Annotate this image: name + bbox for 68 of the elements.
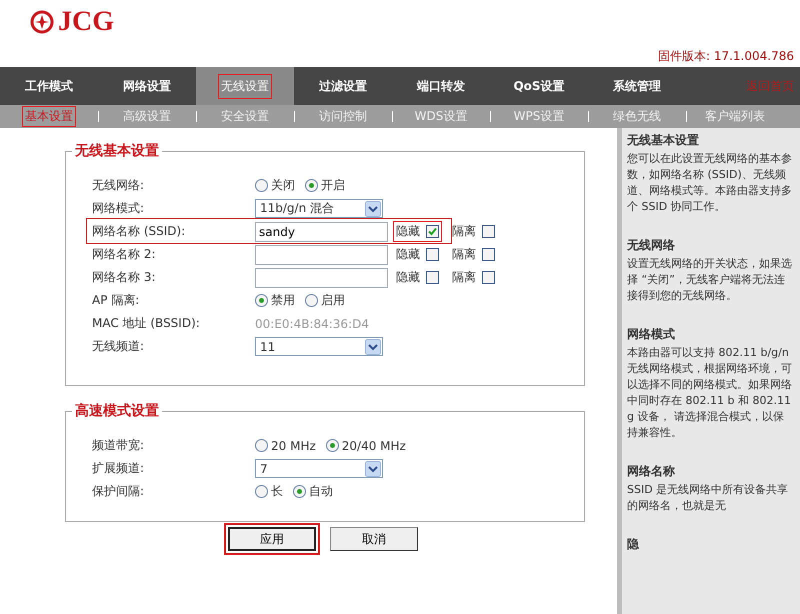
field-label: 网络名称 3: bbox=[92, 269, 156, 286]
field-label: 网络名称 (SSID): bbox=[92, 223, 186, 240]
form-button[interactable]: 取消 bbox=[330, 527, 418, 551]
help-title: 无线基本设置 bbox=[627, 132, 700, 149]
radio-option[interactable]: 20/40 MHz bbox=[326, 438, 406, 452]
dropdown[interactable]: 7 bbox=[255, 459, 383, 478]
input-field[interactable] bbox=[255, 244, 388, 264]
checkbox-option[interactable]: 隐藏 bbox=[394, 222, 441, 241]
checkbox[interactable] bbox=[482, 271, 495, 284]
form-button[interactable]: 应用 bbox=[228, 527, 316, 551]
radio-icon[interactable] bbox=[255, 485, 268, 498]
field-label: 无线网络: bbox=[92, 177, 146, 194]
help-text: 本路由器可以支持 802.11 b/g/n 无线网络模式，根据网络环境，可以选择不同的网络模式。如果网络中同时存在 802.11 b 和 802.11 g 设备， 请选择混合模式，以保持兼容性。 bbox=[627, 345, 793, 441]
nav-tab[interactable]: 过滤设置 bbox=[294, 67, 392, 105]
checkbox[interactable] bbox=[482, 248, 495, 261]
section-title: 高速模式设置 bbox=[74, 402, 160, 420]
checkbox[interactable] bbox=[482, 225, 495, 238]
nav-tab[interactable]: 端口转发 bbox=[392, 67, 490, 105]
checkbox[interactable] bbox=[426, 225, 439, 238]
radio-option[interactable]: 开启 bbox=[305, 177, 345, 194]
radio-option[interactable]: 20 MHz bbox=[255, 438, 316, 452]
field-label: AP 隔离: bbox=[92, 292, 140, 309]
radio-option[interactable]: 关闭 bbox=[255, 177, 295, 194]
field-label: MAC 地址 (BSSID): bbox=[92, 315, 201, 332]
checkbox-option[interactable]: 隐藏 bbox=[394, 268, 441, 287]
radio-icon[interactable] bbox=[305, 294, 318, 307]
field-value: 00:E0:4B:84:36:D4 bbox=[255, 316, 369, 330]
input-field[interactable] bbox=[255, 268, 388, 288]
help-title: 无线网络 bbox=[627, 237, 676, 254]
nav-tab[interactable]: 网络设置 bbox=[98, 67, 196, 105]
nav-tab[interactable]: 系统管理 bbox=[588, 67, 686, 105]
help-text: 设置无线网络的开关状态，如果选择 “关闭”，无线客户端将无法连接得到您的无线网络。 bbox=[627, 256, 793, 304]
checkbox[interactable] bbox=[426, 248, 439, 261]
input-field[interactable]: sandy bbox=[255, 222, 388, 242]
nav-tab[interactable]: QoS设置 bbox=[490, 67, 588, 105]
help-title: 网络模式 bbox=[627, 326, 676, 343]
help-title: 隐 bbox=[627, 536, 640, 553]
logo-icon bbox=[30, 10, 54, 34]
dropdown[interactable]: 11b/g/n 混合 bbox=[255, 199, 383, 218]
nav-tab[interactable]: 工作模式 bbox=[0, 67, 98, 105]
radio-option[interactable]: 自动 bbox=[293, 483, 333, 500]
help-title: 网络名称 bbox=[627, 463, 676, 480]
radio-option[interactable]: 启用 bbox=[305, 292, 345, 309]
field-label: 保护间隔: bbox=[92, 483, 146, 500]
logo-text: JCG bbox=[58, 6, 114, 38]
checkbox-option[interactable]: 隔离 bbox=[450, 245, 497, 264]
section-title: 无线基本设置 bbox=[74, 142, 160, 160]
field-label: 网络模式: bbox=[92, 200, 146, 217]
checkbox[interactable] bbox=[426, 271, 439, 284]
radio-icon[interactable] bbox=[255, 179, 268, 192]
dropdown[interactable]: 11 bbox=[255, 337, 383, 356]
field-label: 扩展频道: bbox=[92, 460, 146, 477]
radio-icon[interactable] bbox=[255, 439, 268, 452]
radio-icon[interactable] bbox=[293, 485, 306, 498]
radio-option[interactable]: 长 bbox=[255, 483, 283, 500]
checkbox-option[interactable]: 隔离 bbox=[450, 222, 497, 241]
radio-icon[interactable] bbox=[326, 439, 339, 452]
firmware-version: 固件版本: 17.1.004.786 bbox=[658, 48, 794, 65]
help-text: 您可以在此设置无线网络的基本参数，如网络名称 (SSID)、无线频道、网络模式等。本路由器支持多个 SSID 协同工作。 bbox=[627, 151, 793, 215]
checkbox-option[interactable]: 隔离 bbox=[450, 268, 497, 287]
radio-icon[interactable] bbox=[305, 179, 318, 192]
help-text: SSID 是无线网络中所有设备共享的网络名，也就是无 bbox=[627, 482, 790, 514]
radio-icon[interactable] bbox=[255, 294, 268, 307]
radio-option[interactable]: 禁用 bbox=[255, 292, 295, 309]
field-label: 网络名称 2: bbox=[92, 246, 156, 263]
checkbox-option[interactable]: 隐藏 bbox=[394, 245, 441, 264]
field-label: 无线频道: bbox=[92, 338, 146, 355]
field-label: 频道带宽: bbox=[92, 437, 146, 454]
